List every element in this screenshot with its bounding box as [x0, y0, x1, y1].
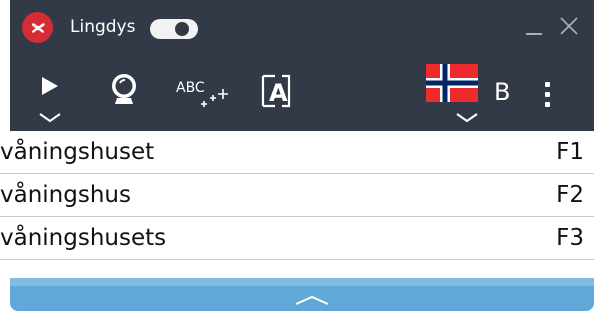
app-title: Lingdys — [70, 17, 136, 37]
lingdys-logo-icon[interactable] — [22, 12, 53, 43]
suggestion-row[interactable]: våningshusets F3 — [0, 217, 594, 260]
suggestion-word: våningshusets — [0, 225, 167, 251]
language-chevron-down-icon[interactable] — [455, 112, 479, 124]
title-toolbar: Lingdys ABC A B — [10, 0, 594, 131]
suggestion-word: våningshus — [0, 182, 131, 208]
minimize-button[interactable] — [526, 33, 542, 35]
play-icon[interactable] — [40, 76, 60, 96]
chevron-down-icon[interactable] — [38, 112, 62, 124]
language-variant-label[interactable]: B — [494, 78, 510, 106]
norway-flag-icon[interactable] — [426, 64, 478, 102]
toggle-knob — [175, 22, 189, 36]
svg-text:A: A — [269, 79, 288, 107]
bottom-bar — [10, 278, 594, 311]
chevron-up-icon[interactable] — [292, 292, 332, 308]
crystal-ball-icon[interactable] — [108, 72, 140, 106]
enable-toggle[interactable] — [150, 19, 198, 39]
spell-abc-sparkle-icon[interactable]: ABC — [172, 76, 234, 110]
suggestion-row[interactable]: våningshus F2 — [0, 174, 594, 217]
suggestion-shortcut: F3 — [556, 225, 584, 251]
text-reader-icon[interactable]: A — [260, 73, 294, 109]
suggestion-row[interactable]: våningshuset F1 — [0, 131, 594, 174]
close-button[interactable] — [558, 15, 580, 37]
suggestion-shortcut: F1 — [556, 139, 584, 165]
suggestion-word: våningshuset — [0, 139, 155, 165]
suggestion-list: våningshuset F1 våningshus F2 våningshus… — [0, 131, 594, 260]
suggestion-shortcut: F2 — [556, 182, 584, 208]
svg-text:ABC: ABC — [176, 80, 205, 96]
more-vertical-icon[interactable] — [545, 82, 551, 108]
